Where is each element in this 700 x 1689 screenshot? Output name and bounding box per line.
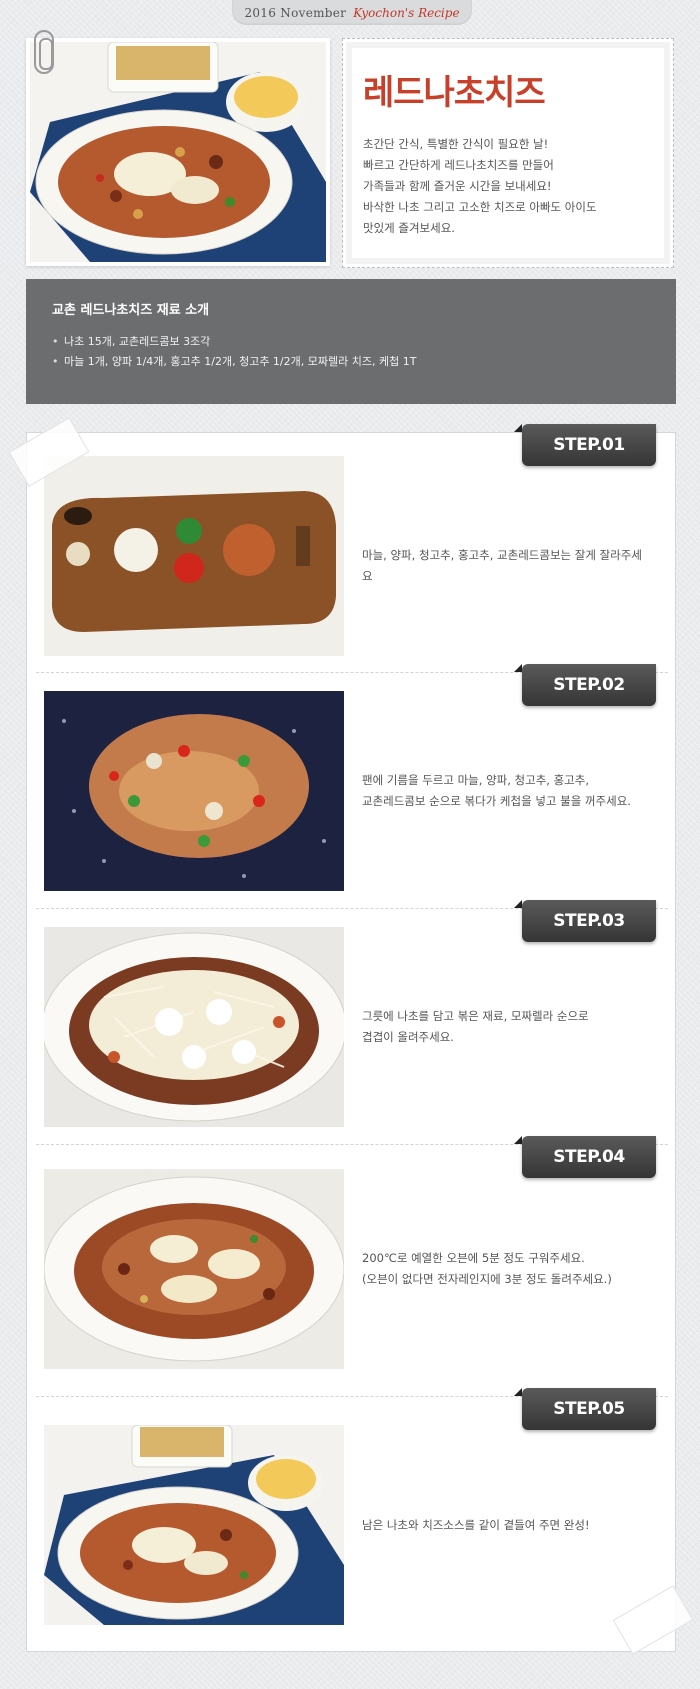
step-line: 겹겹이 올려주세요.	[362, 1030, 454, 1044]
step-photo	[44, 1425, 344, 1625]
step-description: 200℃로 예열한 오븐에 5분 정도 구워주세요. (오븐이 없다면 전자레인…	[362, 1248, 652, 1290]
stir-fry-pan-image	[44, 691, 344, 891]
layered-cheese-image	[44, 927, 344, 1127]
ingredient-item: 마늘 1개, 양파 1/4개, 홍고추 1/2개, 청고추 1/2개, 모짜렐라…	[52, 352, 650, 372]
step-line: 마늘, 양파, 청고추, 홍고추, 교촌레드콤보는 잘게 잘라주세요	[362, 548, 642, 583]
description-line: 맛있게 즐겨보세요.	[363, 221, 455, 235]
step-photo	[44, 927, 344, 1127]
step-line: 그릇에 나초를 담고 볶은 재료, 모짜렐라 순으로	[362, 1009, 589, 1023]
ingredients-title: 교촌 레드나초치즈 재료 소개	[52, 303, 210, 318]
step-line: 팬에 기름을 두르고 마늘, 양파, 청고추, 홍고추,	[362, 773, 589, 787]
step-badge: STEP.01	[514, 424, 656, 466]
step-badge: STEP.04	[514, 1136, 656, 1178]
ingredients-list: 나초 15개, 교촌레드콤보 3조각 마늘 1개, 양파 1/4개, 홍고추 1…	[52, 332, 650, 372]
brand-name: Kyochon's Recipe	[353, 5, 460, 20]
step-description: 팬에 기름을 두르고 마늘, 양파, 청고추, 홍고추, 교촌레드콤보 순으로 …	[362, 770, 652, 812]
step-photo	[44, 1169, 344, 1369]
step-line: 200℃로 예열한 오븐에 5분 정도 구워주세요.	[362, 1251, 585, 1265]
description-line: 바삭한 나초 그리고 고소한 치즈로 아빠도 아이도	[363, 200, 597, 214]
step-description: 그릇에 나초를 담고 볶은 재료, 모짜렐라 순으로 겹겹이 올려주세요.	[362, 1006, 652, 1048]
paperclip-icon	[34, 30, 54, 74]
hero-photo	[26, 38, 330, 266]
recipe-description: 초간단 간식, 특별한 간식이 필요한 날! 빠르고 간단하게 레드나초치즈를 …	[363, 134, 651, 239]
issue-date: 2016 November	[244, 5, 347, 20]
step-line: 남은 나초와 치즈소스를 같이 곁들여 주면 완성!	[362, 1518, 590, 1532]
step-badge: STEP.03	[514, 900, 656, 942]
step-photo	[44, 691, 344, 891]
ingredient-item: 나초 15개, 교촌레드콤보 3조각	[52, 332, 650, 352]
step-line: 교촌레드콤보 순으로 볶다가 케첩을 넣고 불을 꺼주세요.	[362, 794, 631, 808]
step-line: (오븐이 없다면 전자레인지에 3분 정도 돌려주세요.)	[362, 1272, 612, 1286]
description-line: 초간단 간식, 특별한 간식이 필요한 날!	[363, 137, 549, 151]
baked-dish-image	[44, 1169, 344, 1369]
header-tab: 2016 November Kyochon's Recipe	[232, 0, 472, 25]
recipe-title: 레드나초치즈	[363, 73, 546, 113]
description-line: 빠르고 간단하게 레드나초치즈를 만들어	[363, 158, 554, 172]
step-badge: STEP.05	[514, 1388, 656, 1430]
step-badge: STEP.02	[514, 664, 656, 706]
completed-dish-image	[44, 1425, 344, 1625]
description-line: 가족들과 함께 즐거운 시간을 보내세요!	[363, 179, 552, 193]
finished-dish-image	[30, 42, 326, 262]
step-description: 마늘, 양파, 청고추, 홍고추, 교촌레드콤보는 잘게 잘라주세요	[362, 545, 652, 587]
step-description: 남은 나초와 치즈소스를 같이 곁들여 주면 완성!	[362, 1515, 652, 1536]
chopped-ingredients-image	[44, 456, 344, 656]
intro-card: 레드나초치즈 초간단 간식, 특별한 간식이 필요한 날! 빠르고 간단하게 레…	[342, 38, 674, 268]
ingredients-box: 교촌 레드나초치즈 재료 소개 나초 15개, 교촌레드콤보 3조각 마늘 1개…	[26, 279, 676, 404]
step-photo	[44, 456, 344, 656]
